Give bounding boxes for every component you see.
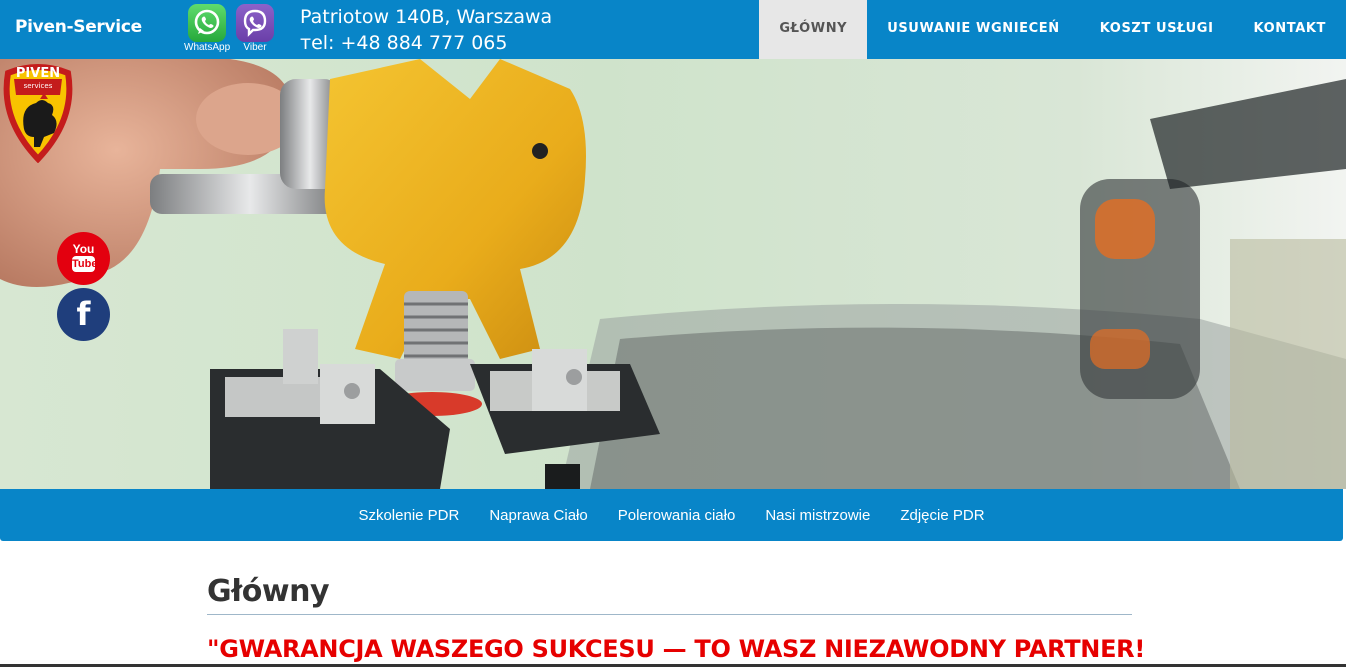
main-nav: Główny Usuwanie wgnieceń Koszt usługi Ko… xyxy=(759,0,1346,59)
contact-info: Patriotow 140B, Warszawa тel: +48 884 77… xyxy=(300,4,552,56)
subnav-item-polerowania-cialo[interactable]: Polerowania ciało xyxy=(618,507,736,524)
youtube-icon-tube: Tube xyxy=(72,256,98,272)
nav-item-kontakt[interactable]: Kontakt xyxy=(1234,0,1346,59)
brand-link[interactable]: Piven-Service xyxy=(15,17,142,37)
viber-link[interactable]: Viber xyxy=(235,4,275,56)
viber-icon xyxy=(236,4,274,42)
piven-logo: PIVEN services xyxy=(3,64,73,163)
phone-line[interactable]: тel: +48 884 777 065 xyxy=(300,30,552,56)
viber-label: Viber xyxy=(243,42,267,53)
subnav-item-naprawa-cialo[interactable]: Naprawa Ciało xyxy=(489,507,587,524)
subnav-item-szkolenie-pdr[interactable]: Szkolenie PDR xyxy=(358,507,459,524)
hero-image xyxy=(0,59,1346,489)
facebook-button[interactable]: f xyxy=(57,288,110,341)
nav-item-glowny[interactable]: Główny xyxy=(759,0,868,59)
youtube-button[interactable]: You Tube xyxy=(57,232,110,285)
tagline-text: "GWARANCJA WASZEGO SUKCESU — TO WASZ NIE… xyxy=(207,635,1145,663)
top-bar: Piven-Service WhatsApp Viber Patriotow 1… xyxy=(0,0,1346,59)
secondary-nav: Szkolenie PDR Naprawa Ciało Polerowania … xyxy=(0,489,1343,541)
page-title: Główny xyxy=(207,574,330,609)
whatsapp-label: WhatsApp xyxy=(184,42,231,53)
logo-text: PIVEN xyxy=(16,66,60,81)
nav-item-usuwanie-wgniecen[interactable]: Usuwanie wgnieceń xyxy=(867,0,1080,59)
subnav-item-zdjecie-pdr[interactable]: Zdjęcie PDR xyxy=(900,507,984,524)
subnav-item-nasi-mistrzowie[interactable]: Nasi mistrzowie xyxy=(765,507,870,524)
hero-banner: PIVEN services You Tube f xyxy=(0,59,1346,489)
whatsapp-link[interactable]: WhatsApp xyxy=(184,4,231,56)
whatsapp-icon xyxy=(188,4,226,42)
nav-item-koszt-uslugi[interactable]: Koszt usługi xyxy=(1080,0,1234,59)
logo-subtext: services xyxy=(24,82,53,90)
youtube-icon: You xyxy=(72,242,95,256)
facebook-icon: f xyxy=(76,295,91,333)
title-divider xyxy=(207,614,1132,615)
address-line: Patriotow 140B, Warszawa xyxy=(300,6,553,28)
